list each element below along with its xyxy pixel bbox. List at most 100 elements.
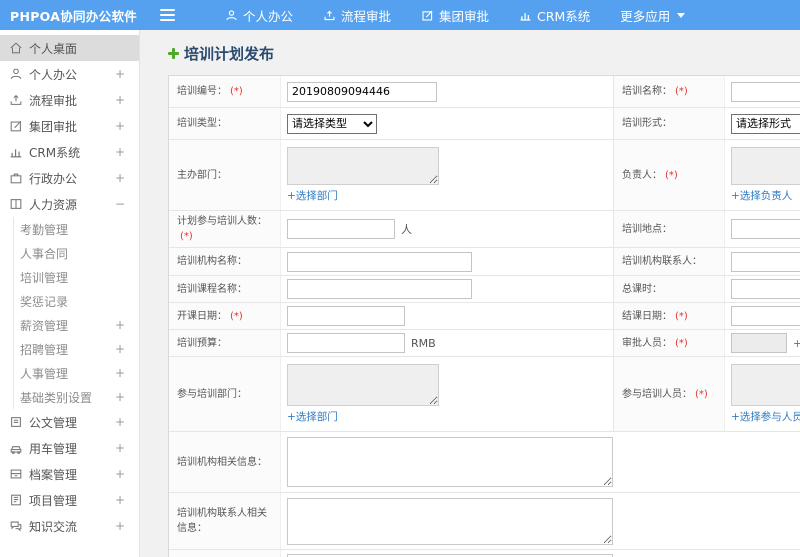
caret-down-icon bbox=[677, 12, 686, 18]
place-label: 培训地点： bbox=[613, 211, 725, 247]
nav-item-personal-office[interactable]: 个人办公 bbox=[225, 6, 293, 25]
org-contact-label: 培训机构联系人： bbox=[613, 248, 725, 275]
course-name-input[interactable] bbox=[287, 279, 472, 299]
leader-textarea[interactable] bbox=[731, 147, 800, 185]
expand-plus-icon[interactable]: + bbox=[115, 67, 125, 81]
org-info-label: 培训机构相关信息： bbox=[169, 432, 281, 492]
sidebar-item-personal-desktop[interactable]: 个人桌面 bbox=[0, 35, 139, 61]
unit-person: 人 bbox=[401, 223, 412, 236]
expand-plus-icon[interactable]: + bbox=[115, 318, 125, 332]
join-dept-label: 参与培训部门： bbox=[169, 357, 281, 431]
unit-rmb: RMB bbox=[411, 336, 436, 350]
end-date-label: 结课日期： (*) bbox=[613, 303, 725, 329]
leader-label: 负责人： (*) bbox=[613, 140, 725, 210]
expand-plus-icon[interactable]: + bbox=[115, 441, 125, 455]
expand-plus-icon[interactable]: + bbox=[115, 366, 125, 380]
main-content: 培训计划发布 培训编号：(*) 培训名称：(*) 培训类型： 请选择类型 培训形… bbox=[140, 30, 800, 557]
org-name-input[interactable] bbox=[287, 251, 472, 272]
budget-label: 培训预算： bbox=[169, 330, 281, 356]
select-leader-link[interactable]: +选择负责人 bbox=[731, 188, 792, 203]
training-require-label: 培训要求： bbox=[169, 550, 281, 557]
org-contact-input[interactable] bbox=[731, 251, 800, 272]
training-plan-form: 培训编号：(*) 培训名称：(*) 培训类型： 请选择类型 培训形式： 请选择形… bbox=[168, 75, 800, 557]
expand-plus-icon[interactable]: + bbox=[115, 519, 125, 533]
join-person-textarea[interactable] bbox=[731, 364, 800, 406]
sidebar-item-training-mgmt[interactable]: 培训管理 bbox=[14, 265, 139, 289]
start-date-input[interactable] bbox=[287, 306, 405, 326]
select-approver-link[interactable]: +选择审批人员 bbox=[793, 336, 800, 351]
chat-icon bbox=[8, 518, 24, 534]
sidebar-item-salary-mgmt[interactable]: 薪资管理 + bbox=[14, 313, 139, 337]
project-icon bbox=[8, 492, 24, 508]
total-hours-input[interactable] bbox=[731, 279, 800, 299]
sidebar-item-base-category-settings[interactable]: 基础类别设置 + bbox=[14, 385, 139, 409]
end-date-input[interactable] bbox=[731, 306, 800, 326]
sidebar-item-admin-office[interactable]: 行政办公 + bbox=[0, 165, 139, 191]
place-input[interactable] bbox=[731, 219, 800, 239]
sidebar-item-attendance-mgmt[interactable]: 考勤管理 bbox=[14, 217, 139, 241]
training-require-textarea[interactable] bbox=[287, 553, 613, 557]
org-info-textarea[interactable] bbox=[287, 437, 613, 487]
training-name-input[interactable] bbox=[731, 81, 800, 102]
sidebar-item-reward-record[interactable]: 奖惩记录 bbox=[14, 289, 139, 313]
expand-plus-icon[interactable]: + bbox=[115, 390, 125, 404]
training-type-label: 培训类型： bbox=[169, 108, 281, 139]
host-dept-label: 主办部门： bbox=[169, 140, 281, 210]
training-form-label: 培训形式： bbox=[613, 108, 725, 139]
briefcase-icon bbox=[8, 170, 24, 186]
sidebar-item-vehicle-mgmt[interactable]: 用车管理 + bbox=[0, 435, 139, 461]
sidebar-item-crm-system[interactable]: CRM系统 + bbox=[0, 139, 139, 165]
nav-item-group-approval[interactable]: 集团审批 bbox=[421, 6, 489, 25]
expand-plus-icon[interactable]: + bbox=[115, 342, 125, 356]
training-form-select[interactable]: 请选择形式 bbox=[731, 113, 800, 134]
chart-icon bbox=[519, 9, 532, 22]
expand-plus-icon[interactable]: + bbox=[115, 119, 125, 133]
car-icon bbox=[8, 440, 24, 456]
edit-icon bbox=[421, 9, 434, 22]
app-logo: PHPOA协同办公软件 bbox=[10, 8, 138, 24]
sidebar-item-personnel-mgmt[interactable]: 人事管理 + bbox=[14, 361, 139, 385]
archive-icon bbox=[8, 466, 24, 482]
course-name-label: 培训课程名称： bbox=[169, 276, 281, 302]
expand-plus-icon[interactable]: + bbox=[115, 93, 125, 107]
nav-item-crm-system[interactable]: CRM系统 bbox=[519, 6, 590, 25]
sidebar-item-document-mgmt[interactable]: 公文管理 + bbox=[0, 409, 139, 435]
training-no-input[interactable] bbox=[287, 81, 437, 102]
hamburger-icon[interactable] bbox=[160, 9, 175, 21]
training-type-select[interactable]: 请选择类型 bbox=[287, 113, 377, 134]
sidebar-item-knowledge-exchange[interactable]: 知识交流 + bbox=[0, 513, 139, 539]
approver-label: 审批人员： (*) bbox=[613, 330, 725, 356]
sidebar-item-archive-mgmt[interactable]: 档案管理 + bbox=[0, 461, 139, 487]
nav-item-workflow-approval[interactable]: 流程审批 bbox=[323, 6, 391, 25]
org-contact-info-textarea[interactable] bbox=[287, 497, 613, 545]
sidebar-item-workflow-approval[interactable]: 流程审批 + bbox=[0, 87, 139, 113]
expand-plus-icon[interactable]: + bbox=[115, 493, 125, 507]
budget-input[interactable] bbox=[287, 333, 405, 353]
sidebar-item-hr-contract[interactable]: 人事合同 bbox=[14, 241, 139, 265]
total-hours-label: 总课时： bbox=[613, 276, 725, 302]
sidebar-item-human-resources[interactable]: 人力资源 − bbox=[0, 191, 139, 217]
nav-item-more-apps[interactable]: 更多应用 bbox=[620, 6, 686, 25]
approver-input[interactable] bbox=[731, 333, 787, 353]
plan-num-label: 计划参与培训人数： (*) bbox=[169, 211, 281, 247]
select-dept-link[interactable]: +选择部门 bbox=[287, 188, 338, 203]
flow-icon bbox=[323, 9, 336, 22]
select-join-dept-link[interactable]: +选择部门 bbox=[287, 409, 338, 424]
start-date-label: 开课日期： (*) bbox=[169, 303, 281, 329]
plan-num-input[interactable] bbox=[287, 219, 395, 239]
sidebar-item-project-mgmt[interactable]: 项目管理 + bbox=[0, 487, 139, 513]
expand-plus-icon[interactable]: + bbox=[115, 467, 125, 481]
host-dept-textarea[interactable] bbox=[287, 147, 439, 185]
sidebar-item-group-approval[interactable]: 集团审批 + bbox=[0, 113, 139, 139]
collapse-minus-icon[interactable]: − bbox=[115, 197, 125, 211]
top-navigation: 个人办公 流程审批 集团审批 CRM系统 更多应用 bbox=[199, 6, 715, 25]
expand-plus-icon[interactable]: + bbox=[115, 171, 125, 185]
expand-plus-icon[interactable]: + bbox=[115, 415, 125, 429]
join-dept-textarea[interactable] bbox=[287, 364, 439, 406]
home-icon bbox=[8, 40, 24, 56]
expand-plus-icon[interactable]: + bbox=[115, 145, 125, 159]
sidebar-item-personal-office[interactable]: 个人办公 + bbox=[0, 61, 139, 87]
select-join-person-link[interactable]: +选择参与人员 bbox=[731, 409, 800, 424]
sidebar-item-recruit-mgmt[interactable]: 招聘管理 + bbox=[14, 337, 139, 361]
page-title: 培训计划发布 bbox=[168, 43, 800, 64]
